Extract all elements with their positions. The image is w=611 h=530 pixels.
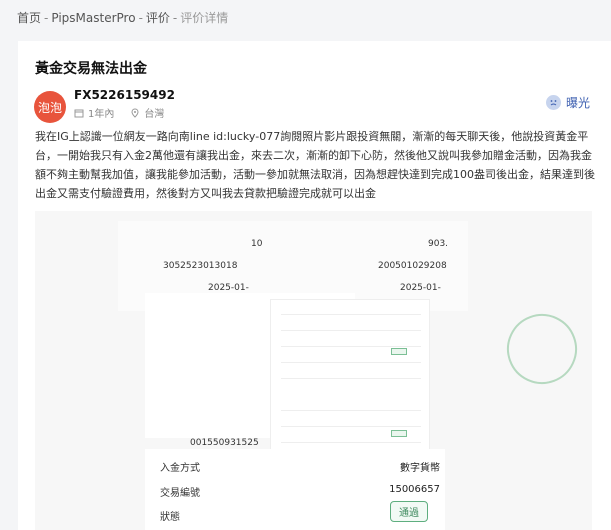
review-card: 黃金交易無法出金 泡泡 FX5226159492 1年內 台灣 曝光 我在IG上…: [18, 41, 611, 530]
avatar[interactable]: 泡泡: [34, 91, 66, 123]
breadcrumb-home[interactable]: 首页: [17, 11, 41, 25]
breadcrumb: 首页 - PipsMasterPro - 评价 - 评价详情: [17, 11, 229, 25]
row-label-txn: 交易編號: [160, 488, 200, 499]
post-location: 台灣: [144, 109, 165, 120]
calendar-icon: [74, 109, 84, 117]
mid-id: 001550931525: [190, 438, 259, 448]
row-label-method: 入金方式: [160, 463, 200, 474]
row-label-status: 狀態: [160, 512, 180, 523]
post-time: 1年內: [88, 109, 115, 120]
location-pin-icon: [131, 107, 139, 118]
top-left-date: 2025-01-: [208, 283, 249, 293]
status-badge: 通過: [390, 501, 428, 522]
watermark-stamp: [497, 304, 587, 394]
top-right-id: 200501029208: [378, 261, 447, 271]
evidence-screenshot[interactable]: 10 903. 3052523013018 200501029208 2025-…: [35, 211, 592, 530]
expose-label: 曝光: [565, 96, 590, 110]
top-left-num: 10: [251, 239, 263, 249]
row-value-txn: 15006657: [389, 484, 440, 495]
expose-tag[interactable]: 曝光: [545, 94, 590, 111]
breadcrumb-current: 评价详情: [180, 11, 229, 25]
username[interactable]: FX5226159492: [74, 88, 175, 102]
sad-face-icon: [545, 95, 561, 110]
top-right-date: 2025-01-: [400, 283, 441, 293]
breadcrumb-broker[interactable]: PipsMasterPro: [51, 11, 135, 25]
top-left-id: 3052523013018: [163, 261, 238, 271]
post-title: 黃金交易無法出金: [35, 61, 147, 77]
post-body: 我在IG上認識一位網友一路向南line id:lucky-077詢閱照片影片跟投…: [35, 130, 595, 200]
breadcrumb-reviews[interactable]: 评价: [146, 11, 170, 25]
post-meta: 1年內 台灣: [74, 105, 164, 120]
row-value-method: 數字貨幣: [400, 463, 440, 474]
top-right-num: 903.: [428, 239, 449, 249]
